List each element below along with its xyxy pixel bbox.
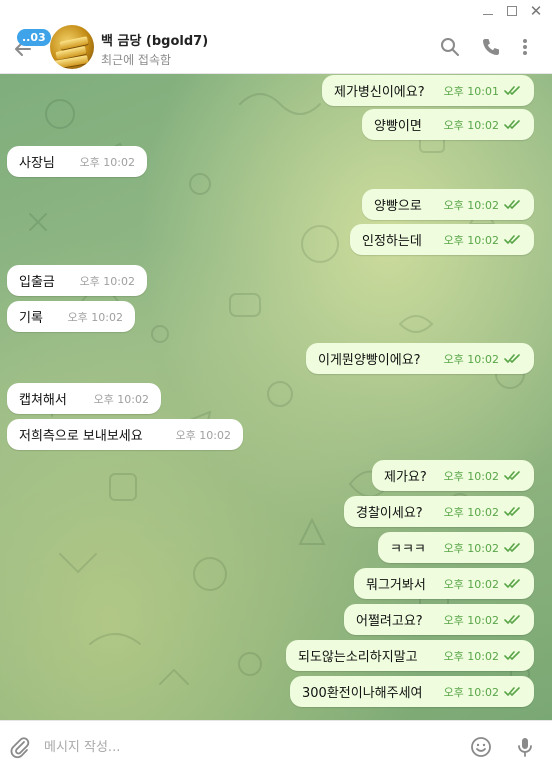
double-check-icon [504, 542, 520, 552]
message-time: 오후 10:02 [67, 310, 123, 324]
outgoing-message[interactable]: ㅋㅋㅋ 오후 10:02 [378, 532, 534, 563]
message-text: 사장님 [19, 156, 55, 171]
outgoing-message[interactable]: 어쩔려고요? 오후 10:02 [344, 604, 534, 635]
double-check-icon [504, 614, 520, 624]
message-time: 오후 10:02 [79, 274, 135, 288]
message-time: 오후 10:02 [443, 198, 499, 212]
emoji-button[interactable] [469, 735, 493, 759]
message-time: 오후 10:02 [93, 392, 149, 406]
message-time: 오후 10:02 [79, 155, 135, 169]
chat-header: ..03 백 금당 (bgold7) 최근에 접속함 [0, 22, 552, 74]
close-icon: ✕ [529, 1, 543, 20]
outgoing-message[interactable]: 뭐그거봐서 오후 10:02 [354, 568, 534, 599]
call-button[interactable] [480, 36, 502, 58]
message-text: 제가요? [384, 470, 427, 485]
microphone-icon [518, 738, 532, 757]
phone-icon [483, 39, 499, 55]
unread-badge: ..03 [17, 29, 51, 46]
message-list[interactable]: 제가병신이에요? 오후 10:01 양빵이면 오후 10:02 사장님 오후 10:02 양… [0, 74, 552, 720]
outgoing-message[interactable]: 제가병신이에요? 오후 10:01 [322, 75, 534, 106]
incoming-message[interactable]: 저희측으로 보내보세요 오후 10:02 [7, 419, 243, 450]
search-button[interactable] [439, 36, 461, 58]
double-check-icon [504, 234, 520, 244]
avatar[interactable] [50, 25, 94, 69]
message-text: 이게뭔양빵이에요? [318, 353, 421, 368]
outgoing-message[interactable]: 인정하는데 오후 10:02 [350, 224, 534, 255]
message-text: 경찰이세요? [356, 506, 423, 521]
maximize-button[interactable] [502, 2, 522, 20]
message-text: 인정하는데 [362, 234, 422, 249]
outgoing-message[interactable]: 되도않는소리하지말고 오후 10:02 [286, 640, 534, 671]
maximize-icon [507, 6, 517, 16]
voice-record-button[interactable] [513, 735, 537, 759]
double-check-icon [504, 85, 520, 95]
message-text: 뭐그거봐서 [366, 578, 426, 593]
message-time: 오후 10:02 [443, 541, 499, 555]
message-text: 캡쳐해서 [19, 393, 67, 408]
incoming-message[interactable]: 캡쳐해서 오후 10:02 [7, 383, 161, 414]
message-time: 오후 10:02 [443, 118, 499, 132]
message-text: 되도않는소리하지말고 [298, 650, 418, 665]
double-check-icon [504, 353, 520, 363]
double-check-icon [504, 650, 520, 660]
double-check-icon [504, 686, 520, 696]
message-time: 오후 10:02 [443, 649, 499, 663]
outgoing-message[interactable]: 제가요? 오후 10:02 [372, 460, 534, 491]
message-text: 양빵으로 [374, 199, 422, 214]
minimize-icon [483, 13, 493, 15]
double-check-icon [504, 506, 520, 516]
message-time: 오후 10:02 [443, 505, 499, 519]
more-vertical-icon [523, 39, 527, 55]
incoming-message[interactable]: 입출금 오후 10:02 [7, 265, 147, 296]
smile-icon [471, 737, 491, 757]
incoming-message[interactable]: 기록 오후 10:02 [7, 301, 135, 332]
outgoing-message[interactable]: 300환전이나해주세여 오후 10:02 [290, 676, 534, 707]
message-text: 300환전이나해주세여 [302, 686, 423, 701]
message-text: 기록 [19, 311, 43, 326]
window-titlebar: ✕ [0, 0, 552, 22]
message-time: 오후 10:02 [443, 685, 499, 699]
message-composer [0, 720, 552, 773]
message-text: 제가병신이에요? [334, 85, 425, 100]
double-check-icon [504, 470, 520, 480]
incoming-message[interactable]: 사장님 오후 10:02 [7, 146, 147, 177]
minimize-button[interactable] [478, 2, 498, 20]
message-time: 오후 10:02 [443, 469, 499, 483]
double-check-icon [504, 578, 520, 588]
message-time: 오후 10:02 [443, 577, 499, 591]
message-text: 양빵이면 [374, 119, 422, 134]
message-time: 오후 10:02 [443, 233, 499, 247]
message-time: 오후 10:02 [443, 613, 499, 627]
double-check-icon [504, 199, 520, 209]
paperclip-icon [10, 737, 30, 759]
message-time: 오후 10:01 [443, 84, 499, 98]
outgoing-message[interactable]: 양빵이면 오후 10:02 [362, 109, 534, 140]
outgoing-message[interactable]: 경찰이세요? 오후 10:02 [344, 496, 534, 527]
close-button[interactable]: ✕ [526, 2, 546, 20]
attach-button[interactable] [8, 735, 32, 759]
more-menu-button[interactable] [514, 36, 536, 58]
double-check-icon [504, 119, 520, 129]
outgoing-message[interactable]: 이게뭔양빵이에요? 오후 10:02 [306, 343, 534, 374]
message-text: 어쩔려고요? [356, 614, 423, 629]
message-time: 오후 10:02 [443, 352, 499, 366]
outgoing-message[interactable]: 양빵으로 오후 10:02 [362, 189, 534, 220]
message-text: 저희측으로 보내보세요 [19, 429, 143, 444]
message-input[interactable] [44, 733, 454, 761]
message-text: 입출금 [19, 275, 55, 290]
search-icon [441, 38, 459, 56]
last-seen-status: 최근에 접속함 [101, 53, 172, 67]
message-time: 오후 10:02 [175, 428, 231, 442]
chat-title[interactable]: 백 금당 (bgold7) [101, 30, 208, 49]
message-text: ㅋㅋㅋ [390, 542, 426, 557]
